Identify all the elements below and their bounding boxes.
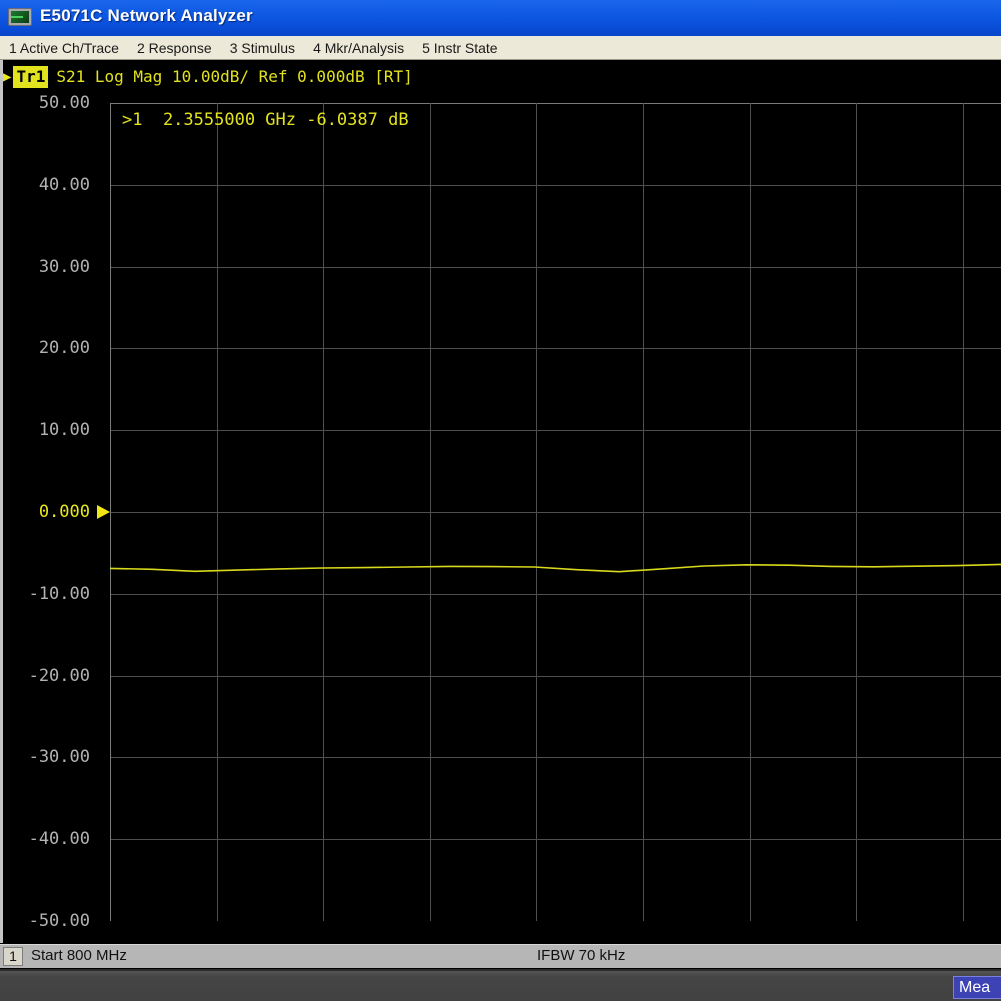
- menu-bar: 1 Active Ch/Trace 2 Response 3 Stimulus …: [0, 36, 1001, 60]
- marker-1-readout: >1 2.3555000 GHz -6.0387 dB: [122, 110, 409, 130]
- y-axis-label: -30.00: [2, 747, 90, 767]
- trace-name-badge[interactable]: Tr1: [13, 66, 48, 88]
- graticule-plot: [110, 103, 1001, 921]
- y-axis-label: 10.00: [2, 420, 90, 440]
- menu-stimulus[interactable]: 3 Stimulus: [221, 40, 304, 56]
- y-axis-label: -10.00: [2, 584, 90, 604]
- y-axis-label: -20.00: [2, 666, 90, 686]
- menu-mkr-analysis[interactable]: 4 Mkr/Analysis: [304, 40, 413, 56]
- y-axis-label: 40.00: [2, 175, 90, 195]
- y-axis-label: 50.00: [2, 93, 90, 113]
- menu-active-ch-trace[interactable]: 1 Active Ch/Trace: [0, 40, 128, 56]
- channel-status-bar: 1 Start 800 MHz IFBW 70 kHz: [0, 944, 1001, 968]
- y-axis-label: 0.000: [2, 502, 90, 522]
- y-axis-label: 20.00: [2, 338, 90, 358]
- network-analyzer-window: E5071C Network Analyzer 1 Active Ch/Trac…: [0, 0, 1001, 1001]
- menu-instr-state[interactable]: 5 Instr State: [413, 40, 506, 56]
- active-trace-arrow-icon: ▶: [3, 66, 11, 88]
- trace-line: [110, 564, 1001, 571]
- meas-softkey-button[interactable]: Mea: [953, 976, 1001, 999]
- title-bar[interactable]: E5071C Network Analyzer: [0, 0, 1001, 36]
- menu-response[interactable]: 2 Response: [128, 40, 221, 56]
- taskbar: Mea: [0, 969, 1001, 1001]
- trace-status-line[interactable]: ▶ Tr1 S21 Log Mag 10.00dB/ Ref 0.000dB […: [3, 66, 413, 88]
- window-title: E5071C Network Analyzer: [40, 6, 253, 26]
- y-axis-label: -50.00: [2, 911, 90, 931]
- ifbw-text: IFBW 70 kHz: [537, 947, 625, 964]
- y-axis-label: -40.00: [2, 829, 90, 849]
- reference-level-marker-icon[interactable]: [97, 505, 110, 519]
- app-icon-trace: [11, 16, 23, 18]
- y-axis-label: 30.00: [2, 257, 90, 277]
- app-icon: [8, 8, 32, 26]
- channel-number-badge: 1: [3, 947, 23, 966]
- trace-format-text: S21 Log Mag 10.00dB/ Ref 0.000dB [RT]: [56, 66, 412, 88]
- sweep-start-text: Start 800 MHz: [31, 947, 127, 964]
